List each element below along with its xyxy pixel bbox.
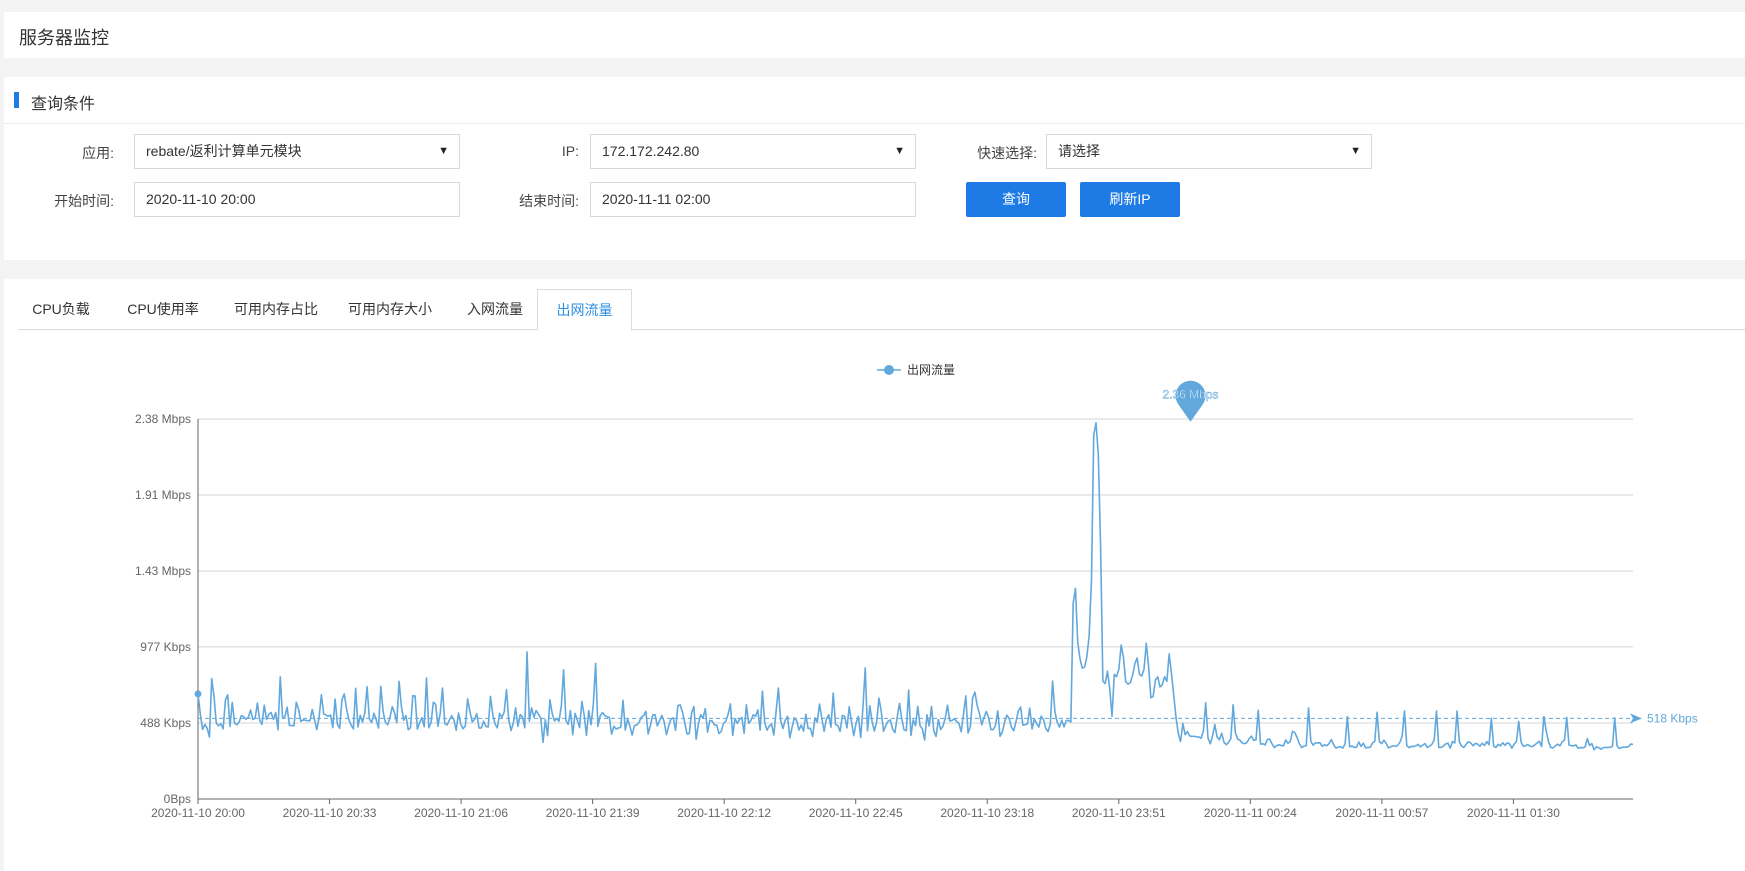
x-tick-label: 2020-11-11 01:30 [1467, 806, 1560, 820]
x-tick-label: 2020-11-11 00:24 [1204, 806, 1297, 820]
y-tick-label: 977 Kbps [140, 640, 191, 654]
y-tick-label: 1.91 Mbps [135, 488, 191, 502]
average-arrow-icon [1630, 713, 1642, 724]
x-tick-label: 2020-11-10 21:06 [414, 806, 508, 820]
legend-label: 出网流量 [907, 363, 955, 377]
x-tick-label: 2020-11-11 00:57 [1335, 806, 1428, 820]
x-tick-label: 2020-11-10 21:39 [546, 806, 640, 820]
x-tick-label: 2020-11-10 20:00 [151, 806, 245, 820]
series-line [197, 421, 1634, 751]
x-tick-label: 2020-11-10 22:45 [809, 806, 903, 820]
average-label: 518 Kbps [1647, 711, 1698, 725]
y-tick-label: 0Bps [164, 792, 191, 806]
x-tick-label: 2020-11-10 23:18 [940, 806, 1034, 820]
y-tick-label: 488 Kbps [140, 716, 191, 730]
x-tick-label: 2020-11-10 23:51 [1072, 806, 1166, 820]
series-start-point [194, 690, 202, 698]
legend-marker [884, 365, 894, 375]
y-tick-label: 1.43 Mbps [135, 564, 191, 578]
y-tick-label: 2.38 Mbps [135, 412, 191, 426]
x-tick-label: 2020-11-10 22:12 [677, 806, 771, 820]
traffic-chart: 0Bps 488 Kbps 977 Kbps 1.43 Mbps 1.91 Mbps 2.… [135, 363, 1698, 820]
max-label: 2.36 Mbps [1163, 388, 1219, 402]
x-tick-label: 2020-11-10 20:33 [283, 806, 377, 820]
